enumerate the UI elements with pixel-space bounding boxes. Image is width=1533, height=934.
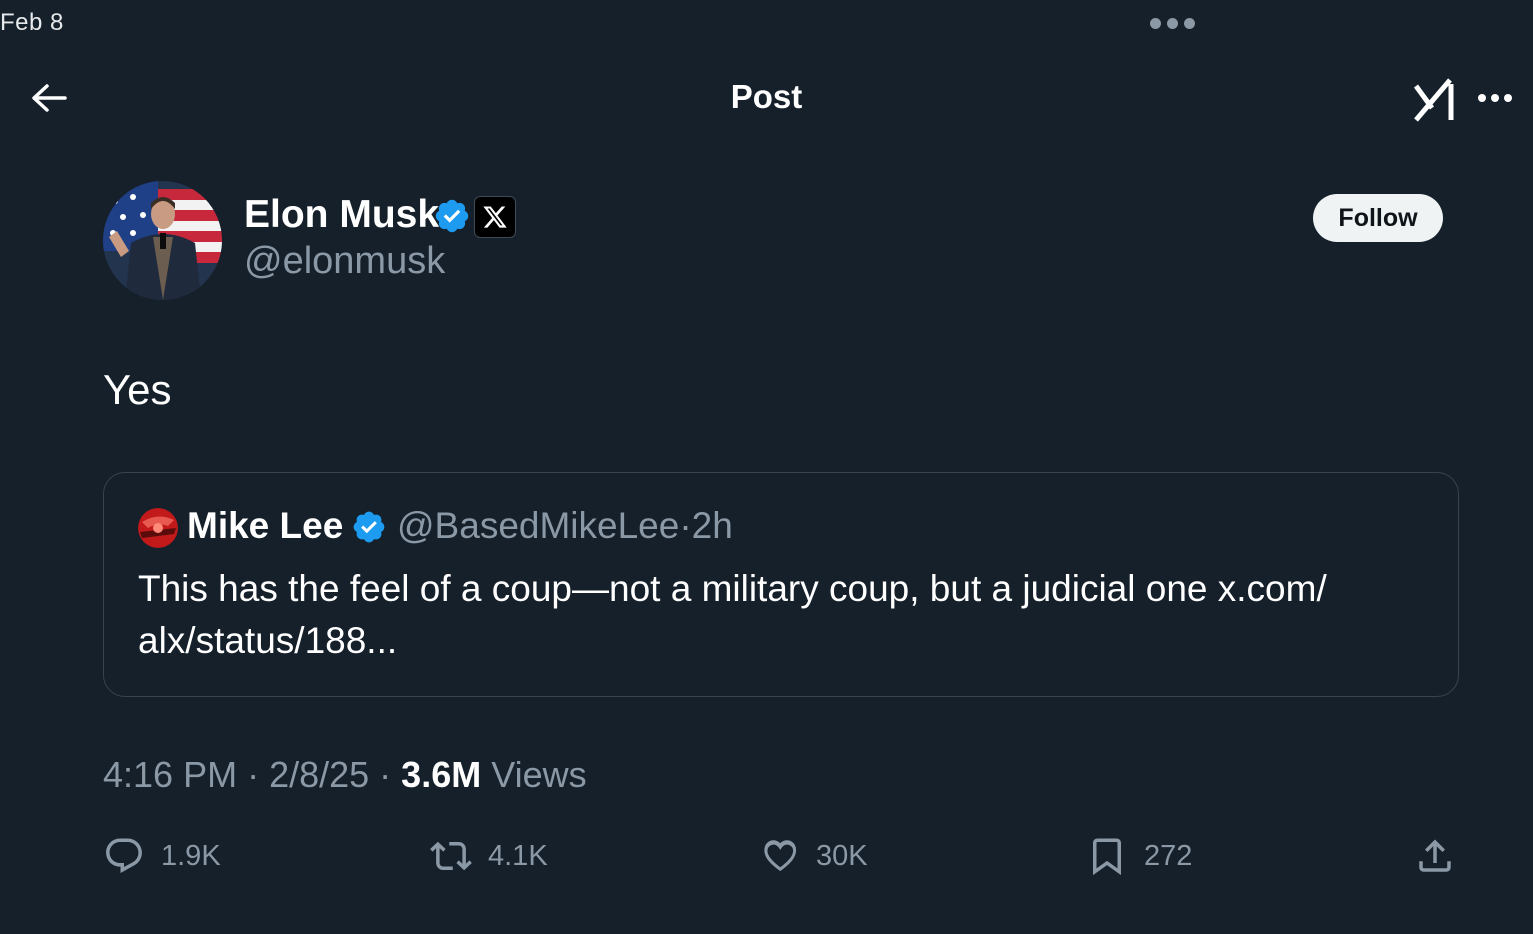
reply-button[interactable]: 1.9K xyxy=(103,833,221,879)
quoted-post-card[interactable]: Mike Lee @BasedMikeLee·2h This has the f… xyxy=(103,472,1459,697)
grok-icon[interactable] xyxy=(1410,74,1460,124)
like-icon xyxy=(764,840,797,872)
x-logo-icon[interactable] xyxy=(474,196,516,238)
quote-author-handle: @BasedMikeLee·2h xyxy=(397,505,733,547)
post-text: Yes xyxy=(103,366,172,413)
quote-handle-text: @BasedMikeLee xyxy=(397,505,680,546)
page-title: Post xyxy=(730,78,803,115)
reply-count: 1.9K xyxy=(161,839,221,872)
bookmark-icon xyxy=(1093,838,1121,876)
post-time: 4:16 PM xyxy=(103,754,238,795)
repost-count: 4.1K xyxy=(488,839,548,872)
post-metadata: 4:16 PM · 2/8/25 · 3.6M Views xyxy=(103,754,587,796)
follow-button[interactable]: Follow xyxy=(1313,194,1443,242)
reply-icon xyxy=(106,838,142,873)
views-label[interactable]: Views xyxy=(481,754,586,795)
author-handle[interactable]: @elonmusk xyxy=(244,240,445,283)
post-date: 2/8/25 xyxy=(269,754,370,795)
views-count[interactable]: 3.6M xyxy=(401,754,481,795)
verified-icon xyxy=(353,511,385,543)
like-button[interactable]: 30K xyxy=(758,833,868,879)
meta-separator: · xyxy=(237,754,270,795)
multitasking-dots-icon[interactable] xyxy=(1150,18,1195,29)
quote-time: 2h xyxy=(691,505,733,546)
more-options-icon[interactable] xyxy=(1478,88,1520,108)
meta-separator: · xyxy=(369,754,402,795)
repost-button[interactable]: 4.1K xyxy=(428,833,548,879)
quote-author-name: Mike Lee xyxy=(187,505,344,546)
quote-text: This has the feel of a coup—not a milita… xyxy=(138,568,1327,661)
bookmark-button[interactable]: 272 xyxy=(1086,833,1192,879)
quote-avatar xyxy=(138,508,178,548)
repost-icon xyxy=(430,841,472,871)
share-button[interactable] xyxy=(1414,833,1456,879)
share-icon xyxy=(1419,839,1451,872)
status-bar-date: Feb 8 xyxy=(0,9,64,36)
like-count: 30K xyxy=(816,839,868,872)
quote-separator: · xyxy=(679,505,692,546)
bookmark-count: 272 xyxy=(1144,839,1193,872)
verified-icon[interactable] xyxy=(433,197,471,235)
avatar[interactable] xyxy=(103,181,222,300)
author-name[interactable]: Elon Musk xyxy=(244,193,439,237)
